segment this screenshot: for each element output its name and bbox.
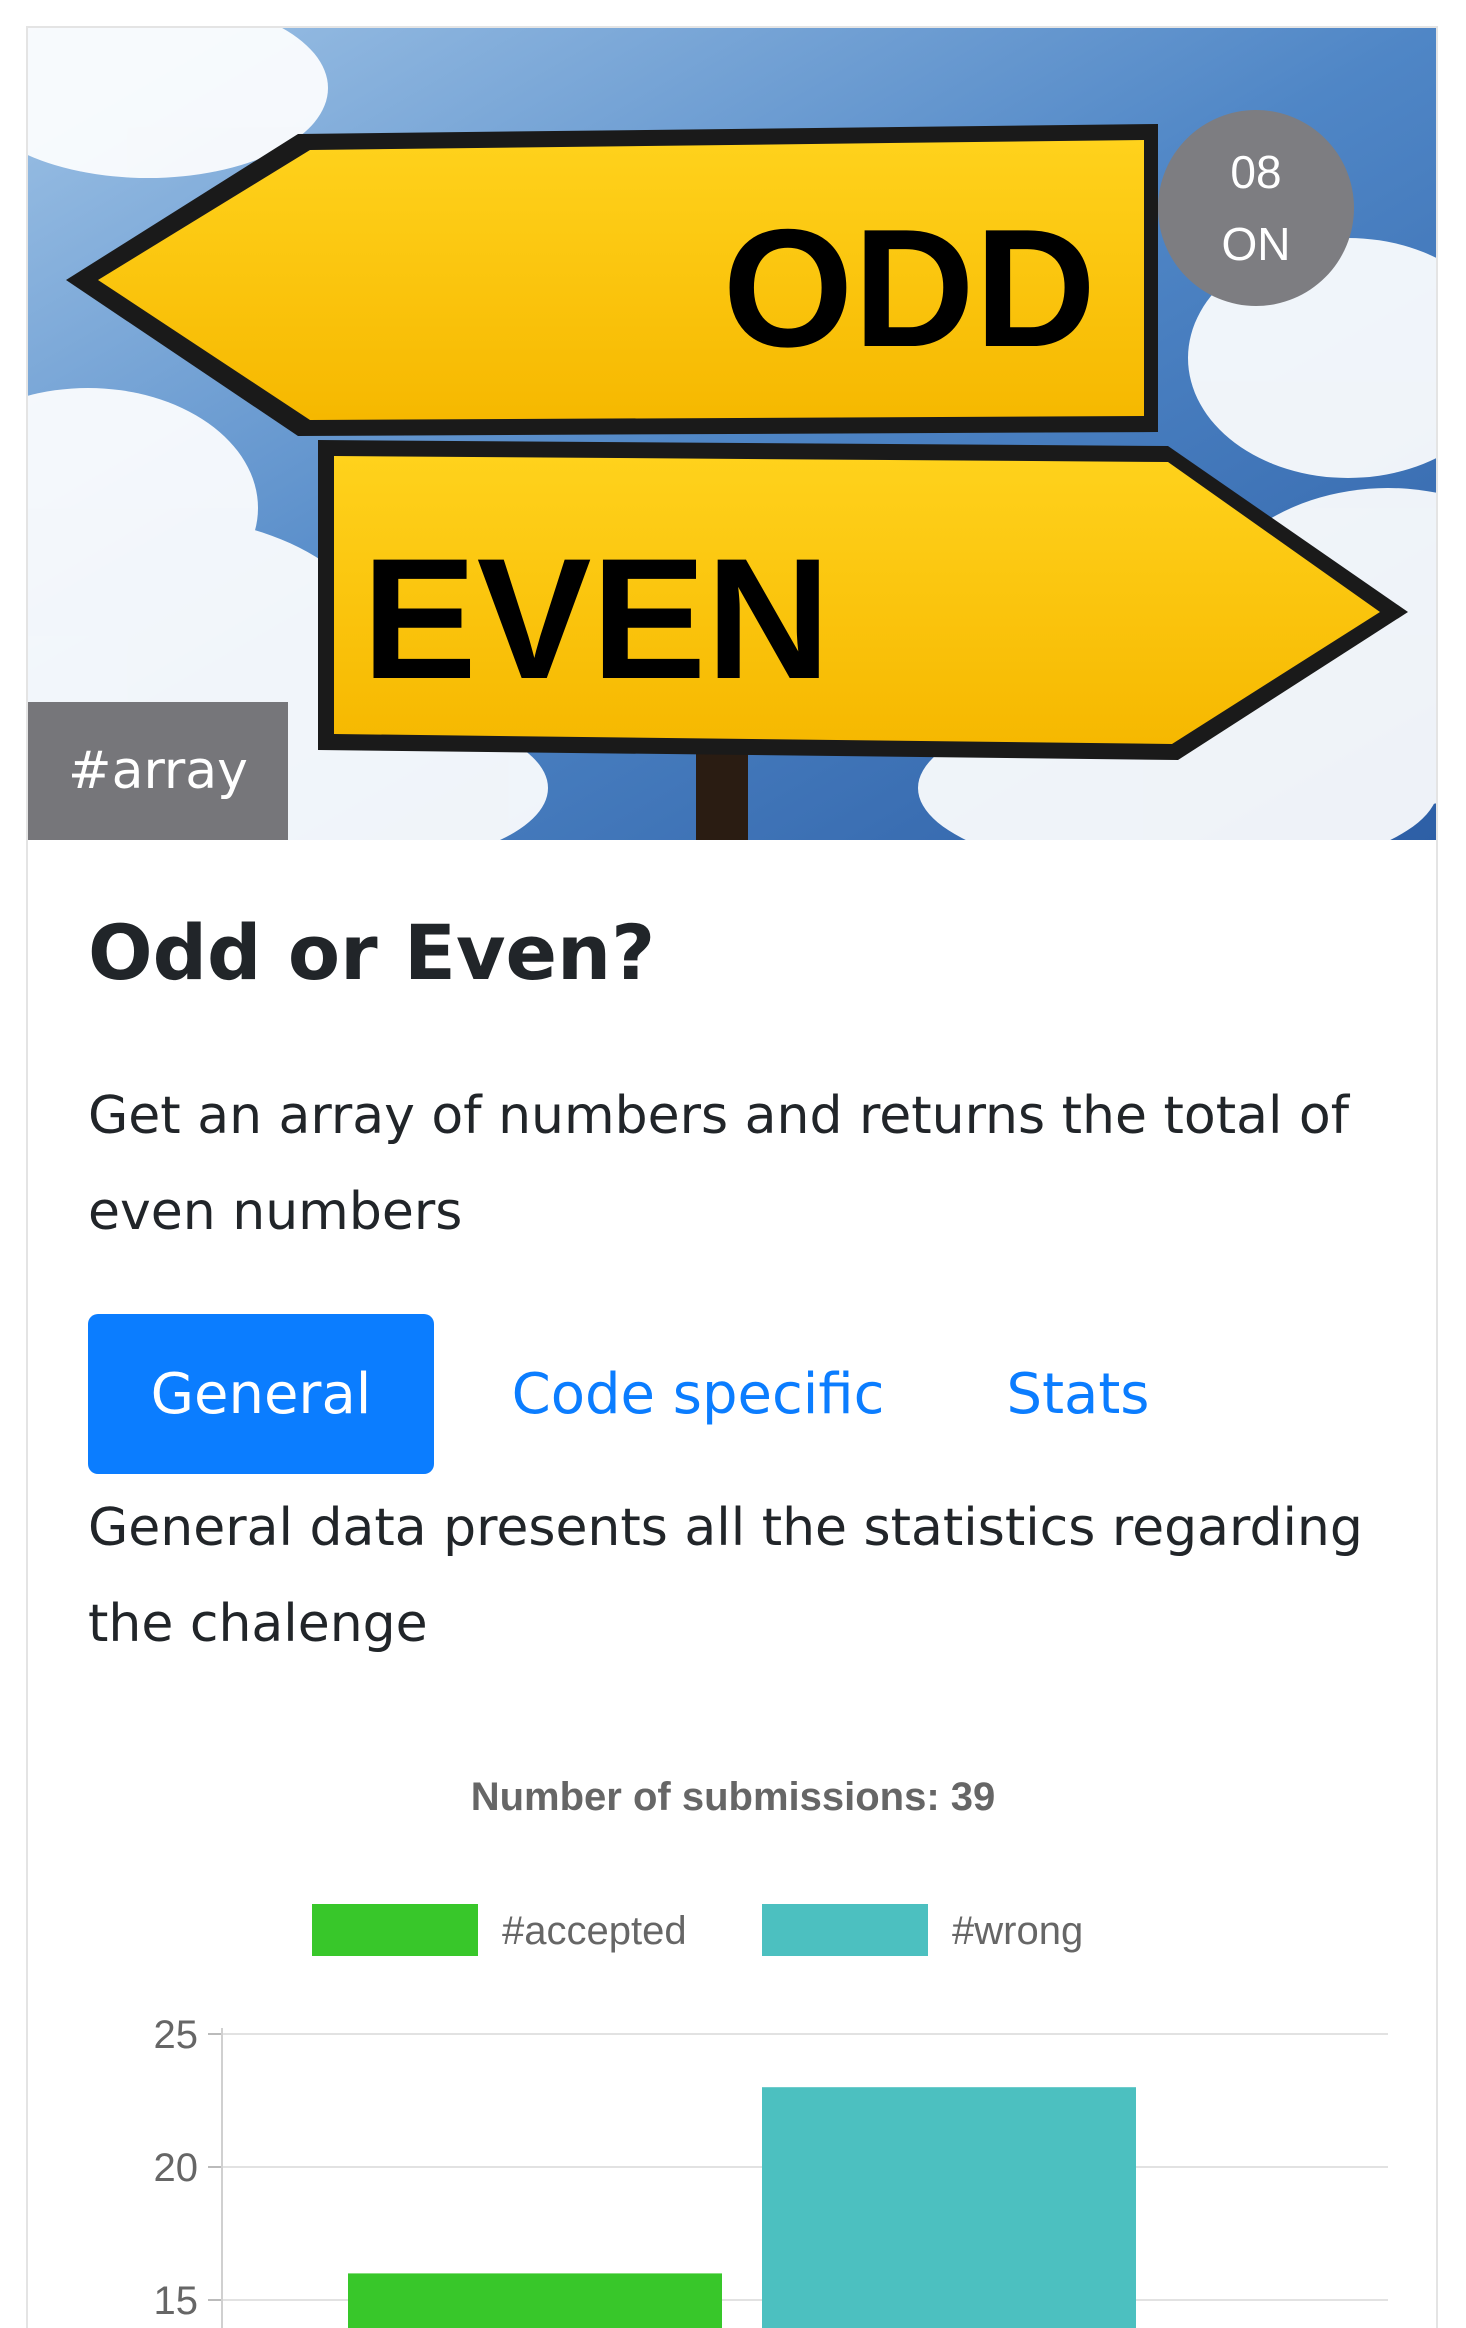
chart-title: Number of submissions: 39 <box>471 1775 996 1819</box>
even-sign-text: EVEN <box>362 523 830 715</box>
legend-swatch-2 <box>762 1904 928 1956</box>
legend-label-1: #accepted <box>502 1909 687 1953</box>
submissions-chart: Number of submissions: 39 #accepted #wrong… <box>154 1775 1388 2328</box>
day-badge: 08 ON <box>1158 110 1354 306</box>
tab-content-text: General data presents all the statistics… <box>88 1498 1363 1654</box>
ytick-label-15: 15 <box>154 2279 199 2323</box>
tag-badge[interactable]: #array <box>28 702 288 840</box>
day-number: 08 <box>1230 146 1282 198</box>
odd-sign-text: ODD <box>723 194 1096 382</box>
ytick-label-20: 20 <box>154 2146 199 2190</box>
bar-accepted <box>348 2273 722 2328</box>
challenge-title: Odd or Even? <box>88 908 656 997</box>
day-state: ON <box>1221 218 1291 270</box>
challenge-description: Get an array of numbers and returns the … <box>88 1086 1350 1242</box>
tab-code-specific[interactable]: Code specific <box>498 1314 898 1474</box>
bar-wrong <box>762 2087 1136 2328</box>
tab-stats[interactable]: Stats <box>998 1314 1158 1474</box>
ytick-label-25: 25 <box>154 2013 199 2057</box>
legend-swatch-1 <box>312 1904 478 1956</box>
tab-general[interactable]: General <box>88 1314 434 1474</box>
legend-label-2: #wrong <box>952 1909 1083 1953</box>
challenge-card: ODD EVEN 08 ON #array Odd or Even? Get a… <box>26 26 1438 2328</box>
